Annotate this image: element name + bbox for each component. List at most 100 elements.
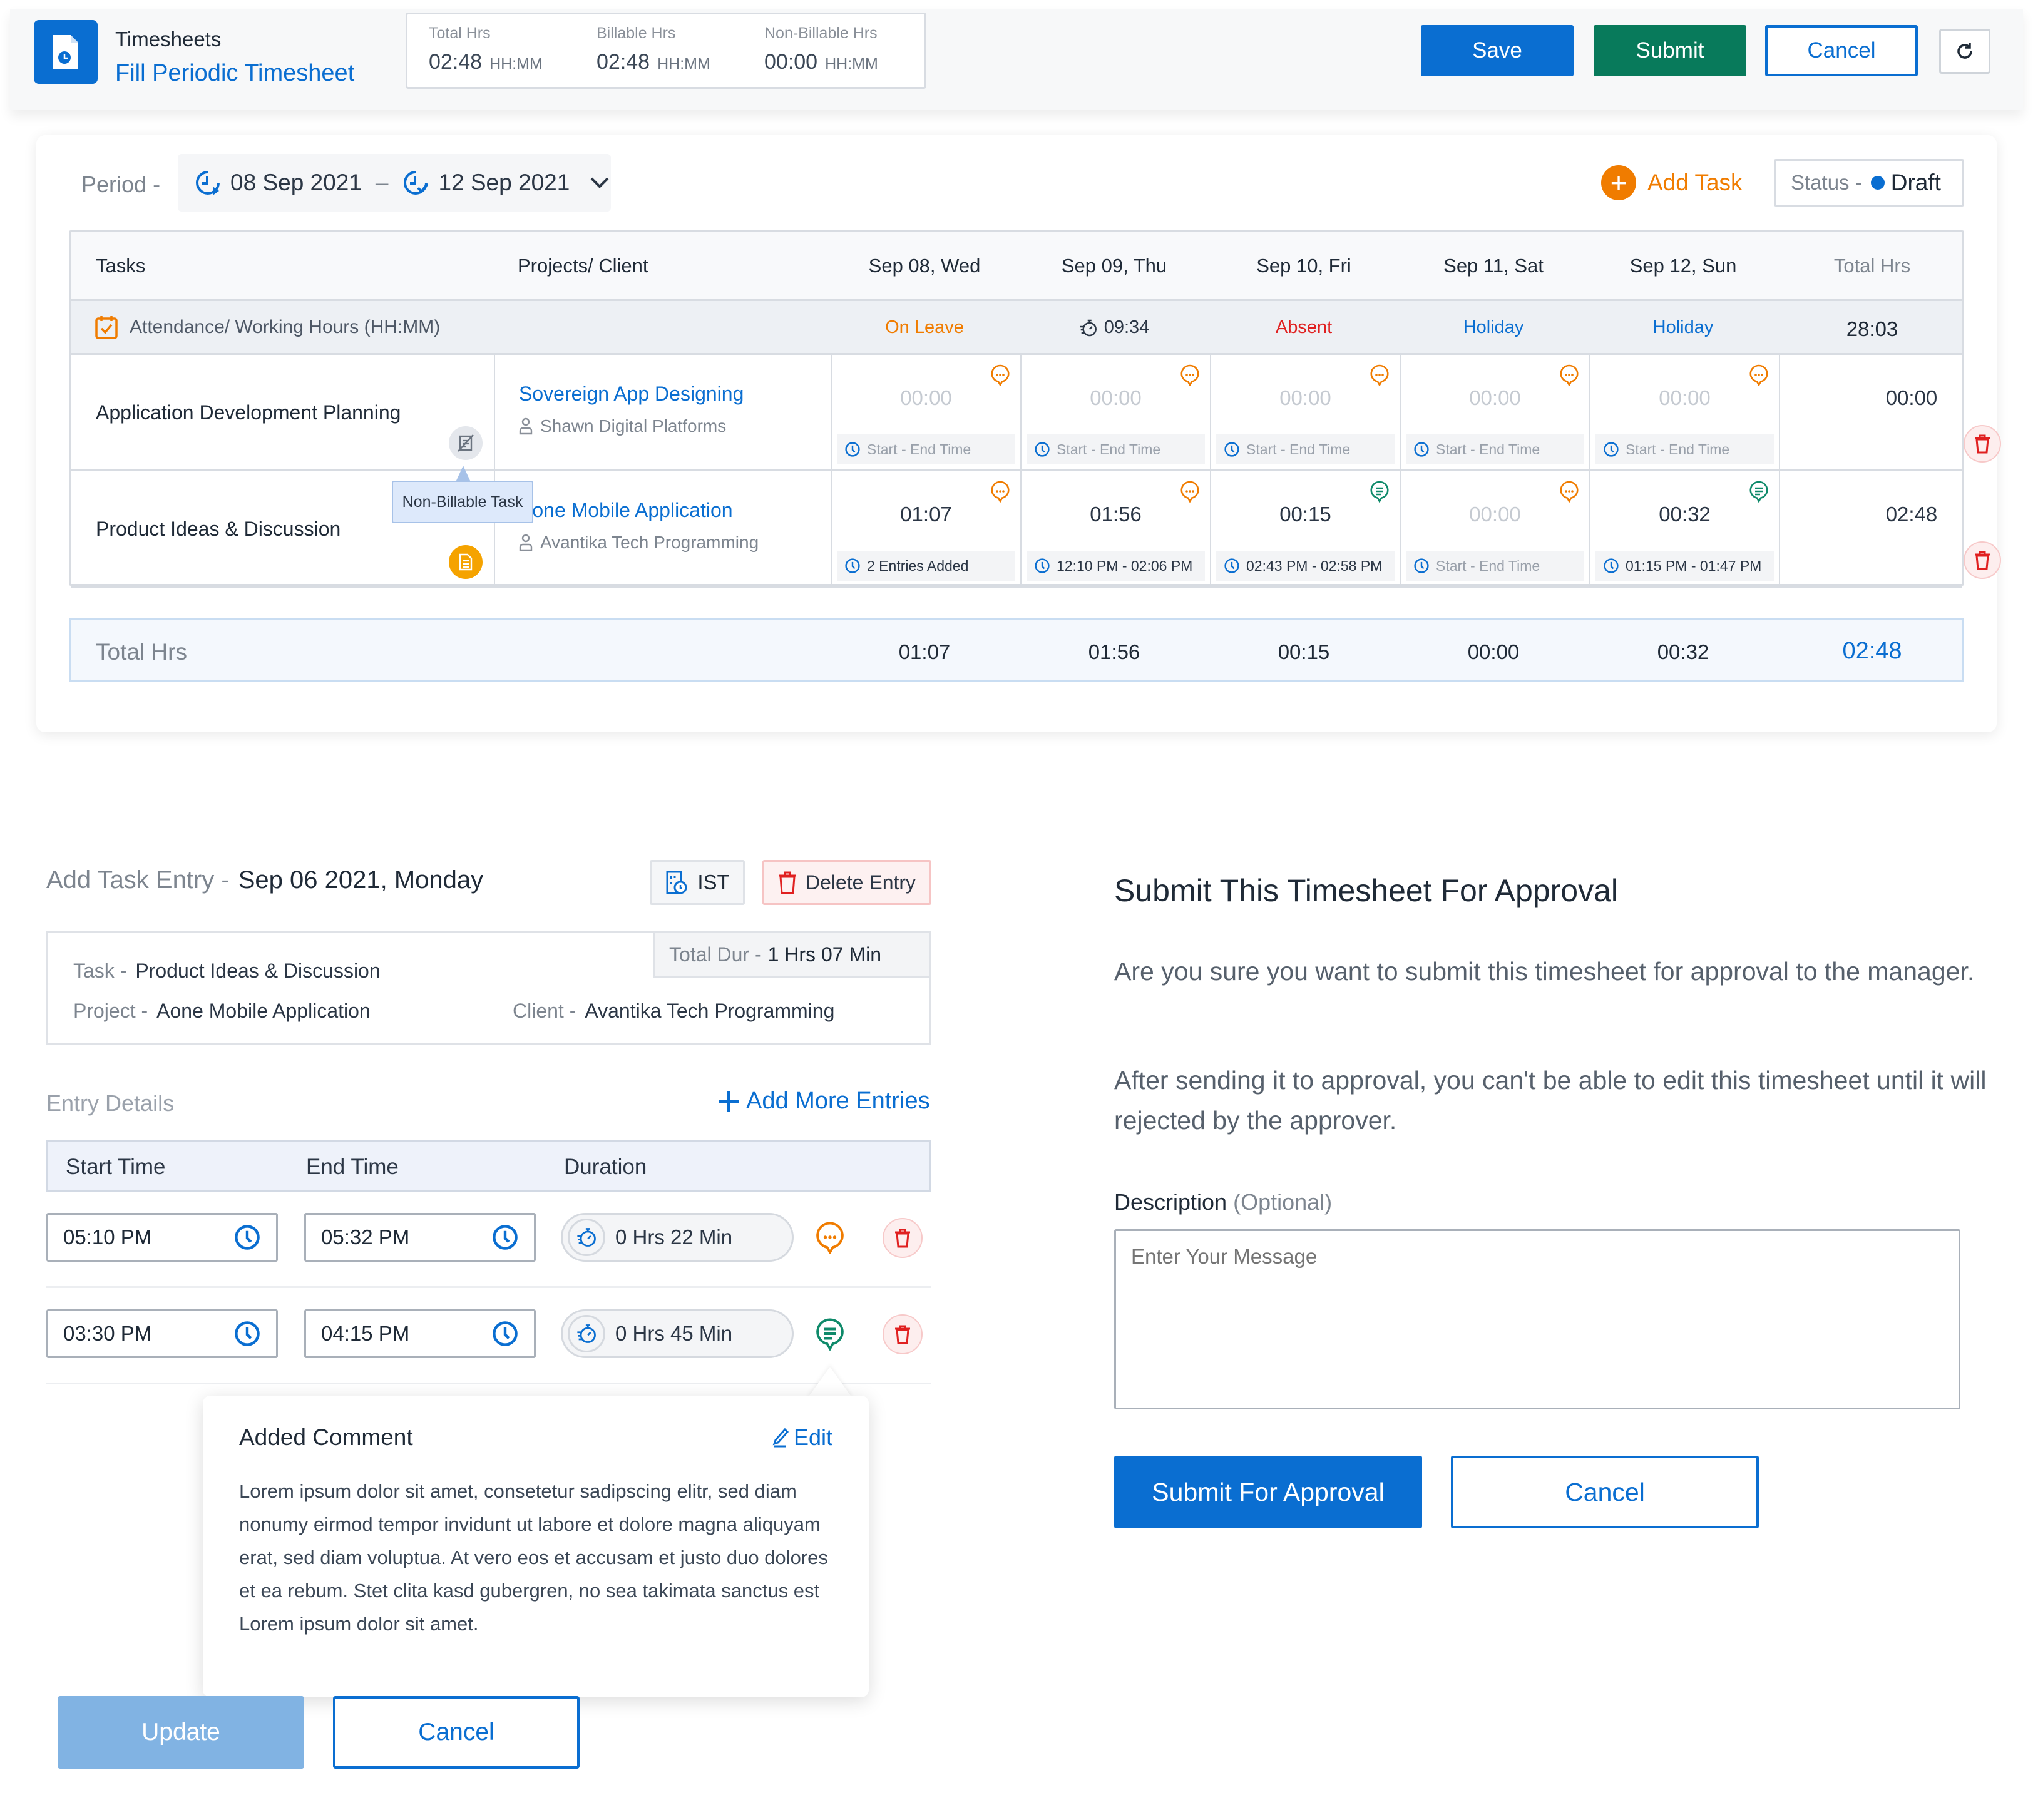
day-hours[interactable]: 00:00: [1022, 386, 1210, 410]
delete-row-button[interactable]: [1964, 541, 2001, 579]
start-time-input[interactable]: 03:30 PM: [46, 1309, 278, 1358]
non-billable-badge[interactable]: [449, 426, 483, 460]
task-row: Product Ideas & Discussion Aone Mobile Ap…: [71, 471, 2001, 588]
description-input[interactable]: [1114, 1229, 1960, 1409]
clock-start-icon: [196, 171, 220, 195]
pencil-icon: [772, 1428, 789, 1448]
time-range[interactable]: Start - End Time: [1406, 551, 1584, 581]
clock-icon[interactable]: [491, 1320, 519, 1347]
submit-button[interactable]: Submit: [1594, 25, 1746, 76]
end-time-input[interactable]: 04:15 PM: [304, 1309, 536, 1358]
day-hours[interactable]: 00:00: [1401, 503, 1589, 526]
add-comment-icon[interactable]: [990, 480, 1010, 503]
day-hours[interactable]: 00:15: [1211, 503, 1400, 526]
add-comment-icon[interactable]: [1559, 364, 1579, 386]
comment-text: Lorem ipsum dolor sit amet, consetetur s…: [239, 1480, 828, 1635]
day-cell[interactable]: 00:00 Start - End Time: [1401, 355, 1590, 469]
billable-badge[interactable]: [449, 545, 483, 579]
clock-icon[interactable]: [233, 1320, 261, 1347]
day-cell[interactable]: 00:00 Start - End Time: [1211, 355, 1401, 469]
description-label: Description (Optional): [1114, 1189, 1332, 1215]
day-cell[interactable]: 00:32 01:15 PM - 01:47 PM: [1590, 471, 1780, 586]
day-cell[interactable]: 00:00 Start - End Time: [832, 355, 1022, 469]
trash-icon: [778, 871, 796, 894]
day-cell[interactable]: 01:07 2 Entries Added: [832, 471, 1022, 586]
day-hours[interactable]: 01:56: [1022, 503, 1210, 526]
add-comment-icon[interactable]: [1180, 364, 1200, 386]
comment-added-icon[interactable]: [1749, 480, 1769, 503]
client-info-value: Avantika Tech Programming: [585, 999, 835, 1022]
start-time-input[interactable]: 05:10 PM: [46, 1213, 278, 1262]
day-cell[interactable]: 01:56 12:10 PM - 02:06 PM: [1022, 471, 1211, 586]
time-range[interactable]: 12:10 PM - 02:06 PM: [1027, 551, 1205, 581]
timezone-button[interactable]: IST: [650, 860, 745, 905]
day-hours[interactable]: 00:00: [832, 386, 1020, 410]
period-selector[interactable]: 08 Sep 2021 – 12 Sep 2021: [178, 154, 611, 212]
header-day: Sep 12, Sun: [1629, 255, 1737, 277]
save-button[interactable]: Save: [1421, 25, 1574, 76]
add-comment-icon[interactable]: [1749, 364, 1769, 386]
time-range[interactable]: Start - End Time: [837, 434, 1015, 464]
add-more-entries-button[interactable]: Add More Entries: [717, 1088, 930, 1115]
delete-entry-row-button[interactable]: [883, 1314, 923, 1354]
add-task-button[interactable]: + Add Task: [1601, 165, 1743, 200]
update-button[interactable]: Update: [58, 1696, 304, 1769]
task-row: Application Development Planning Sovereig…: [71, 355, 2001, 471]
timesheet-table: Tasks Projects/ Client Sep 08, Wed Sep 0…: [69, 230, 2001, 588]
day-hours[interactable]: 00:00: [1590, 386, 1779, 410]
day-hours[interactable]: 00:32: [1590, 503, 1779, 526]
status-value: Draft: [1890, 170, 1941, 195]
add-comment-icon[interactable]: [1559, 480, 1579, 503]
comment-added-icon[interactable]: [815, 1317, 845, 1351]
attendance-total: 28:03: [1846, 317, 1898, 340]
day-cell[interactable]: 00:15 02:43 PM - 02:58 PM: [1211, 471, 1401, 586]
row-total: 00:00: [1885, 386, 1938, 409]
cancel-entry-button[interactable]: Cancel: [333, 1696, 580, 1769]
clock-icon: [1224, 441, 1240, 458]
add-more-label: Add More Entries: [746, 1088, 930, 1114]
submit-for-approval-button[interactable]: Submit For Approval: [1114, 1456, 1422, 1528]
comment-added-icon[interactable]: [1370, 480, 1390, 503]
trash-icon: [1974, 550, 1990, 570]
delete-entry-row-button[interactable]: [883, 1218, 923, 1258]
time-range[interactable]: Start - End Time: [1216, 434, 1395, 464]
end-time-input[interactable]: 05:32 PM: [304, 1213, 536, 1262]
add-comment-icon[interactable]: [815, 1220, 845, 1254]
cancel-approval-button[interactable]: Cancel: [1451, 1456, 1759, 1528]
refresh-button[interactable]: [1939, 29, 1990, 74]
edit-comment-button[interactable]: Edit: [772, 1424, 832, 1451]
time-range[interactable]: 2 Entries Added: [837, 551, 1015, 581]
project-link[interactable]: Aone Mobile Application: [519, 499, 733, 522]
billable-hrs-summary: Billable Hrs 02:48 HH:MM: [597, 24, 710, 74]
total-hrs-row: Total Hrs 01:07 01:56 00:15 00:00 00:32 …: [69, 618, 1964, 682]
day-cell[interactable]: 00:00 Start - End Time: [1590, 355, 1780, 469]
time-range[interactable]: Start - End Time: [1027, 434, 1205, 464]
time-range[interactable]: 02:43 PM - 02:58 PM: [1216, 551, 1395, 581]
project-link[interactable]: Sovereign App Designing: [519, 382, 744, 406]
add-comment-icon[interactable]: [1180, 480, 1200, 503]
status-dot-icon: [1870, 176, 1885, 190]
day-total: 00:15: [1278, 640, 1330, 663]
time-range-text: 02:43 PM - 02:58 PM: [1246, 557, 1383, 574]
day-cell[interactable]: 00:00 Start - End Time: [1022, 355, 1211, 469]
clock-icon[interactable]: [491, 1224, 519, 1251]
add-comment-icon[interactable]: [1370, 364, 1390, 386]
delete-entry-button[interactable]: Delete Entry: [762, 860, 931, 905]
end-time-value: 05:32 PM: [321, 1225, 410, 1249]
day-hours[interactable]: 00:00: [1401, 386, 1589, 410]
add-comment-icon[interactable]: [990, 364, 1010, 386]
header-duration: Duration: [564, 1155, 647, 1179]
time-range[interactable]: Start - End Time: [1595, 434, 1774, 464]
attendance-status: Holiday: [1652, 317, 1714, 337]
day-cell[interactable]: 00:00 Start - End Time: [1401, 471, 1590, 586]
tooltip-arrow: [456, 466, 471, 482]
day-hours[interactable]: 00:00: [1211, 386, 1400, 410]
delete-row-button[interactable]: [1964, 425, 2001, 463]
duration-value: 0 Hrs 45 Min: [615, 1322, 733, 1345]
clock-icon[interactable]: [233, 1224, 261, 1251]
cancel-button[interactable]: Cancel: [1765, 25, 1918, 76]
day-hours[interactable]: 01:07: [832, 503, 1020, 526]
time-range[interactable]: Start - End Time: [1406, 434, 1584, 464]
time-range[interactable]: 01:15 PM - 01:47 PM: [1595, 551, 1774, 581]
trash-icon: [1974, 434, 1990, 454]
